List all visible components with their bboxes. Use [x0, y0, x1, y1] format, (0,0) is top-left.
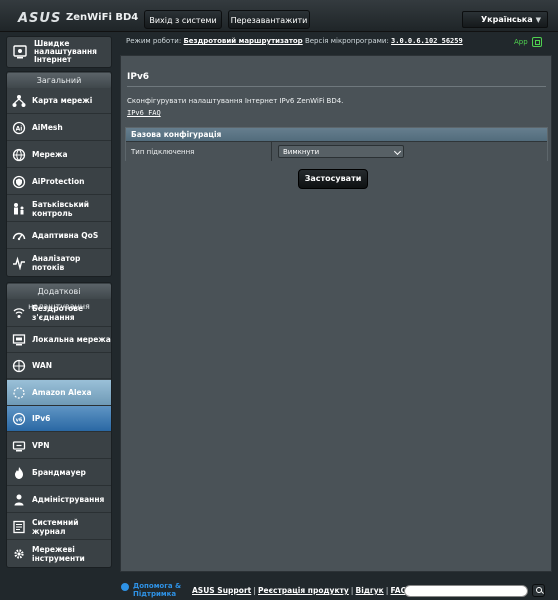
main-panel: IPv6 Сконфігурувати налаштування Інтерне…	[120, 55, 552, 572]
svg-text:Ai: Ai	[16, 125, 23, 132]
app-icon[interactable]	[532, 37, 542, 47]
sidebar-item-label: WAN	[32, 361, 53, 370]
sidebar-item-label: Мережа	[32, 150, 68, 159]
sidebar-item-aimesh[interactable]: Ai AiMesh	[7, 115, 111, 141]
traffic-analyzer-icon	[12, 256, 26, 270]
top-bar: ASUS ZenWiFi BD4 Вихід з системи Перезав…	[0, 0, 558, 32]
ipv6-icon: v6	[12, 412, 26, 426]
chevron-down-icon	[393, 147, 402, 156]
help-line-2: Підтримка	[133, 590, 177, 598]
shield-icon	[12, 175, 26, 189]
help-icon[interactable]	[121, 583, 129, 591]
sidebar-item-label: AiMesh	[32, 123, 63, 132]
apply-button[interactable]: Застосувати	[298, 169, 368, 189]
basic-config-table: Базова конфігурація Тип підключення Вимк…	[125, 127, 548, 161]
help-line-1: Допомога &	[133, 582, 182, 590]
page-title: IPv6	[127, 72, 150, 82]
title-divider	[127, 86, 546, 87]
aimesh-icon: Ai	[12, 121, 26, 135]
operation-mode-link[interactable]: Бездротовий маршрутизатор	[183, 37, 302, 45]
lan-icon	[12, 333, 26, 347]
sidebar-item-quick-internet-setup[interactable]: Швидке налаштування Інтернет	[7, 38, 111, 66]
sidebar-item-parental-control[interactable]: Батьківський контроль	[7, 196, 111, 222]
reboot-button[interactable]: Перезавантажити	[228, 10, 310, 29]
basic-config-title: Базова конфігурація	[126, 128, 547, 141]
asus-logo: ASUS	[18, 11, 62, 26]
sidebar-item-label: Локальна мережа	[32, 335, 111, 344]
sidebar-item-vpn[interactable]: VPN	[7, 433, 111, 459]
network-map-icon	[12, 94, 26, 108]
sidebar-item-label: Мережеві інструменти	[32, 544, 85, 563]
language-select[interactable]: Українська ▼	[462, 11, 548, 28]
speedometer-icon	[12, 229, 26, 243]
sidebar-item-network[interactable]: Мережа	[7, 142, 111, 168]
asus-support-link[interactable]: ASUS Support	[192, 586, 251, 595]
connection-type-value: Вимкнути	[283, 148, 320, 156]
gear-icon	[12, 547, 26, 561]
quick-setup-icon	[12, 44, 28, 60]
sidebar-item-network-tools[interactable]: Мережеві інструменти	[7, 540, 111, 567]
globe-icon	[12, 148, 26, 162]
sidebar-item-label: Батьківський контроль	[32, 199, 90, 218]
firmware-version-link[interactable]: 3.0.0.6.102_56259	[391, 37, 463, 45]
sidebar-item-ipv6[interactable]: v6 IPv6	[7, 406, 111, 432]
connection-type-row: Тип підключення Вимкнути	[126, 141, 547, 161]
sidebar-item-wireless[interactable]: Бездротове з'єднання	[7, 299, 111, 327]
search-icon[interactable]	[532, 584, 545, 597]
status-line: Режим роботи: Бездротовий маршрутизатор …	[126, 37, 463, 45]
vpn-icon	[12, 439, 26, 453]
chevron-down-icon: ▼	[535, 16, 541, 24]
wan-globe-icon	[12, 359, 26, 373]
ipv6-faq-link[interactable]: IPv6 FAQ	[127, 109, 161, 117]
faq-search-input[interactable]	[404, 585, 528, 597]
svg-text:v6: v6	[16, 417, 23, 423]
sidebar-item-firewall[interactable]: Брандмауер	[7, 460, 111, 486]
router-model: ZenWiFi BD4	[66, 12, 139, 23]
sidebar-item-label: Аналізатор потоків	[32, 254, 81, 272]
logout-button[interactable]: Вихід з системи	[144, 10, 222, 29]
sidebar-item-label: Брандмауер	[32, 468, 86, 477]
advanced-section-title: Додаткові налаштування	[7, 284, 111, 311]
sidebar-item-label: Карта мережі	[32, 96, 93, 105]
product-registration-link[interactable]: Реєстрація продукту	[258, 586, 349, 595]
footer-links: ASUS Support | Реєстрація продукту | Відгук |…	[192, 586, 407, 595]
general-section-title: Загальний	[7, 73, 111, 88]
admin-user-icon	[12, 493, 26, 507]
sidebar-item-traffic-analyzer[interactable]: Аналізатор потоків	[7, 250, 111, 276]
alexa-icon	[12, 386, 26, 400]
parental-control-icon	[12, 202, 26, 216]
firewall-icon	[12, 466, 26, 480]
footer: Допомога & Підтримка ASUS Support | Реєстр…	[0, 578, 558, 600]
sidebar-item-amazon-alexa[interactable]: Amazon Alexa	[7, 380, 111, 406]
connection-type-select[interactable]: Вимкнути	[278, 145, 404, 158]
row-divider	[271, 142, 272, 161]
sidebar-item-label: Швидке налаштування Інтернет	[34, 39, 97, 64]
sidebar-item-administration[interactable]: Адміністрування	[7, 487, 111, 513]
sidebar-item-wan[interactable]: WAN	[7, 353, 111, 379]
app-label[interactable]: App	[514, 38, 528, 46]
sidebar-item-label: VPN	[32, 441, 50, 450]
sidebar-item-label: IPv6	[32, 414, 51, 423]
sidebar-item-label: Адміністрування	[32, 495, 105, 504]
sidebar-item-adaptive-qos[interactable]: Адаптивна QoS	[7, 223, 111, 249]
connection-type-label: Тип підключення	[131, 148, 195, 156]
firmware-label: Версія мікропрограми:	[304, 37, 389, 45]
sidebar-item-label: Amazon Alexa	[32, 388, 92, 397]
sidebar-item-label: Адаптивна QoS	[32, 231, 99, 240]
sidebar-item-label: AiProtection	[32, 177, 85, 186]
mode-label: Режим роботи:	[126, 37, 182, 45]
help-support-link[interactable]: Допомога & Підтримка	[133, 582, 181, 598]
sidebar-item-label: Бездротове з'єднання	[32, 303, 84, 322]
language-value: Українська	[481, 15, 533, 24]
sidebar-item-network-map[interactable]: Карта мережі	[7, 88, 111, 114]
sidebar-item-aiprotection[interactable]: AiProtection	[7, 169, 111, 195]
page-description: Сконфігурувати налаштування Інтернет IPv…	[127, 97, 344, 105]
sidebar-item-system-log[interactable]: Системний журнал	[7, 514, 111, 540]
wireless-icon	[12, 306, 26, 320]
system-log-icon	[12, 520, 26, 534]
sidebar-item-label: Системний журнал	[32, 517, 79, 536]
sidebar-item-lan[interactable]: Локальна мережа	[7, 327, 111, 353]
feedback-link[interactable]: Відгук	[356, 586, 384, 595]
